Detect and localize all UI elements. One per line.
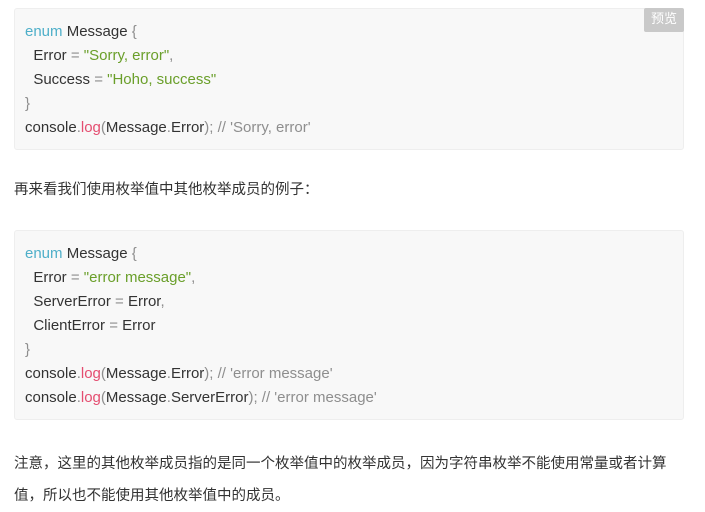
code-line-3: ServerError = Error, (25, 290, 683, 314)
code-token: console (25, 119, 77, 136)
code-token: } (25, 341, 31, 358)
code-token: = (70, 47, 80, 64)
code-line-2: Error = "error message", (25, 266, 683, 290)
code-token: "Sorry, error" (83, 47, 170, 64)
paragraph-note: 注意，这里的其他枚举成员指的是同一个枚举值中的枚举成员，因为字符串枚举不能使用常… (14, 456, 667, 504)
code-token: , (169, 47, 174, 64)
code-token: log (80, 365, 101, 382)
code-token: = (109, 317, 118, 334)
code-token: enum (25, 245, 63, 262)
code-body: enum Message { Error = "error message", … (25, 242, 683, 410)
code-token: Error (25, 269, 71, 286)
code-token: Error (123, 293, 161, 310)
code-line-5: } (25, 338, 683, 362)
code-token: log (80, 389, 101, 406)
code-token: = (94, 71, 103, 88)
code-body: enum Message { Error = "Sorry, error", S… (25, 20, 683, 140)
code-token: // 'Sorry, error' (213, 119, 311, 136)
code-token: { (131, 23, 137, 40)
code-token: { (131, 245, 137, 262)
code-token: Message (105, 365, 167, 382)
code-token: ServerError (170, 389, 249, 406)
code-token: Error (170, 119, 205, 136)
code-token: "error message" (83, 269, 192, 286)
code-token: = (115, 293, 124, 310)
code-token: , (191, 269, 196, 286)
code-token: Message (105, 119, 167, 136)
code-token: ); (248, 389, 258, 406)
code-line-7: console.log(Message.ServerError); // 'er… (25, 386, 683, 410)
code-line-4: ClientError = Error (25, 314, 683, 338)
code-token: console (25, 365, 77, 382)
code-token: "Hoho, success" (107, 71, 217, 88)
preview-button[interactable]: 预览 (644, 8, 685, 32)
code-token: } (25, 95, 31, 112)
code-token: // 'error message' (213, 365, 333, 382)
code-token: ClientError (25, 317, 110, 334)
code-token: , (160, 293, 165, 310)
code-token: Error (170, 365, 205, 382)
code-block-enum-message: enum Message { Error = "Sorry, error", S… (14, 8, 684, 150)
code-line-4: } (25, 92, 683, 116)
code-token: log (80, 119, 101, 136)
code-token: console (25, 389, 77, 406)
paragraph-intro: 再来看我们使用枚举值中其他枚举成员的例子： (14, 182, 319, 198)
code-token: Message (105, 389, 167, 406)
code-token: Message (62, 245, 132, 262)
code-line-5: console.log(Message.Error); // 'Sorry, e… (25, 116, 683, 140)
code-line-6: console.log(Message.Error); // 'error me… (25, 362, 683, 386)
code-token: = (70, 269, 80, 286)
code-token: Error (117, 317, 156, 334)
code-line-2: Error = "Sorry, error", (25, 44, 683, 68)
code-token: Success (25, 71, 95, 88)
code-token: enum (25, 23, 63, 40)
code-token: Error (25, 47, 71, 64)
code-token: Message (62, 23, 132, 40)
code-block-enum-member-reference: enum Message { Error = "error message", … (14, 230, 684, 420)
code-line-3: Success = "Hoho, success" (25, 68, 683, 92)
code-line-1: enum Message { (25, 20, 683, 44)
code-token: // 'error message' (257, 389, 377, 406)
code-token: ServerError (25, 293, 116, 310)
code-line-1: enum Message { (25, 242, 683, 266)
